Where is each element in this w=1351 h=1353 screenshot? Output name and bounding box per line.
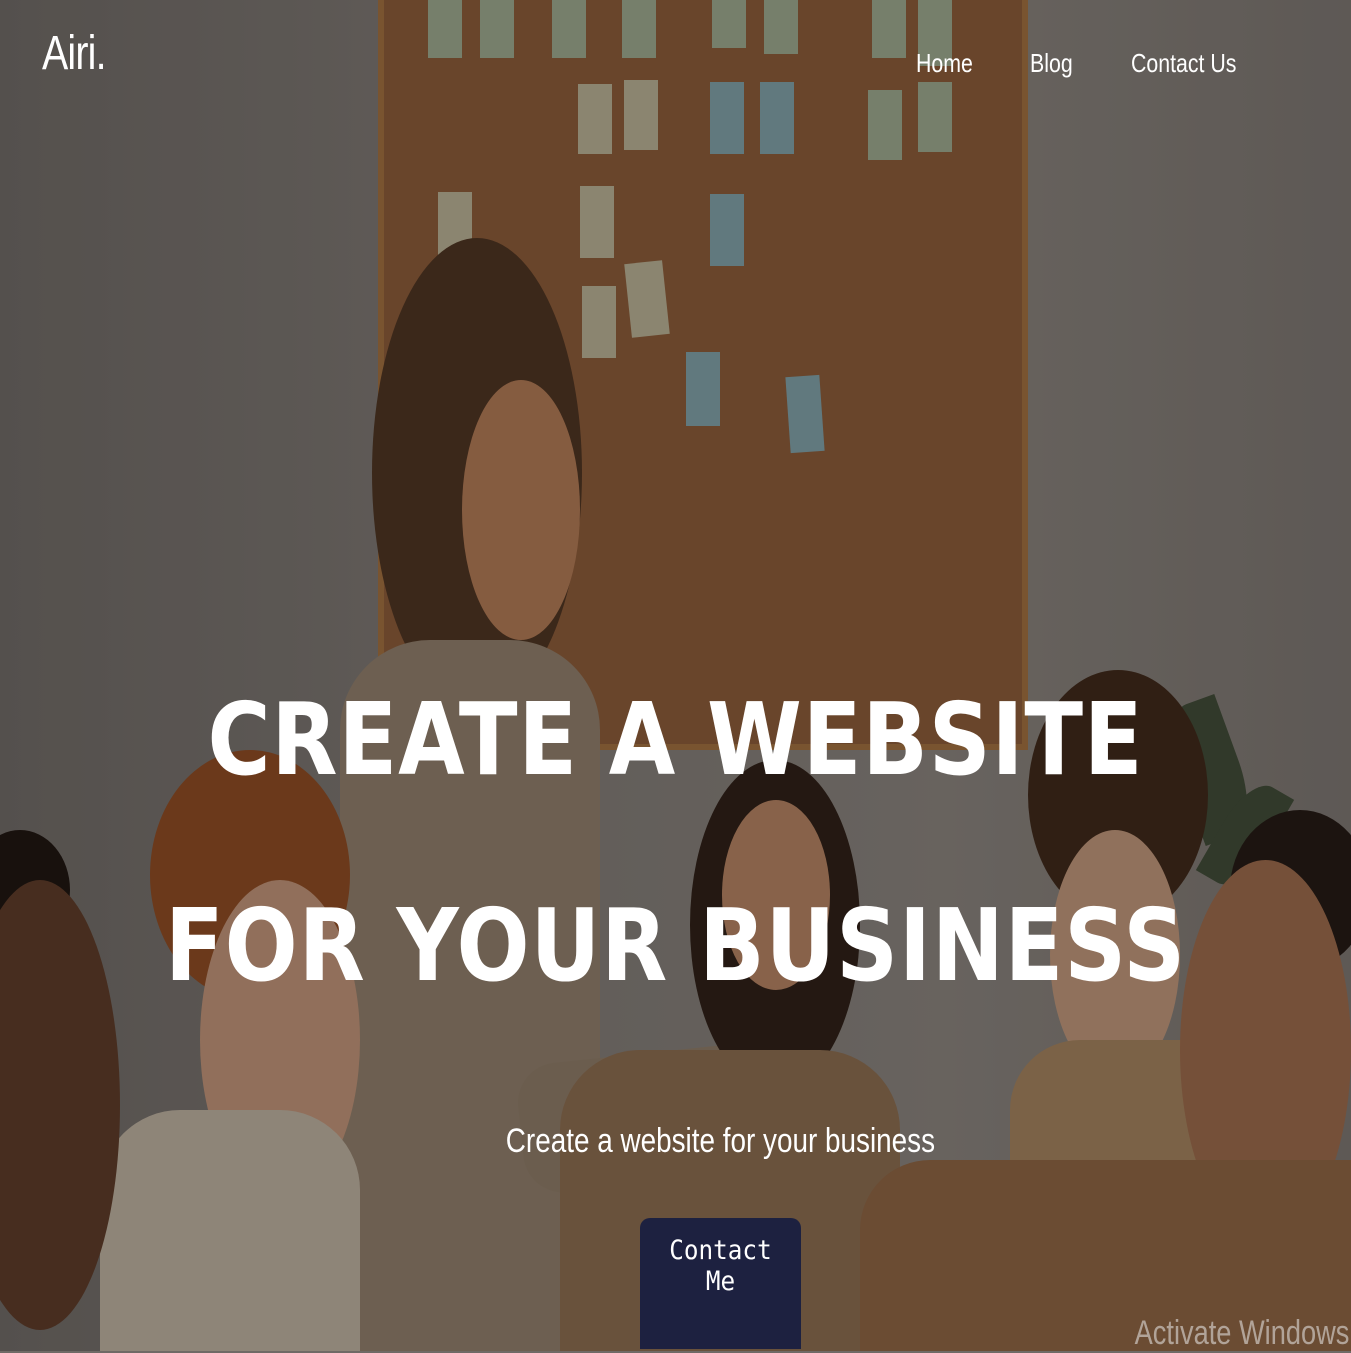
activate-windows-watermark: Activate Windows <box>1134 1314 1349 1352</box>
nav-blog-link[interactable]: Blog <box>1030 48 1073 79</box>
nav-contact-link[interactable]: Contact Us <box>1131 48 1236 79</box>
contact-me-button-label: Contact Me <box>669 1234 772 1297</box>
hero-title-line-1: CREATE A WEBSITE <box>207 681 1144 798</box>
hero-subtitle: Create a website for your business <box>505 1122 936 1160</box>
contact-me-button[interactable]: Contact Me <box>640 1218 801 1349</box>
main-nav: Home Blog Contact Us <box>0 48 1351 88</box>
hero-title-line-2: FOR YOUR BUSINESS <box>164 887 1187 1004</box>
nav-home-link[interactable]: Home <box>916 48 973 79</box>
